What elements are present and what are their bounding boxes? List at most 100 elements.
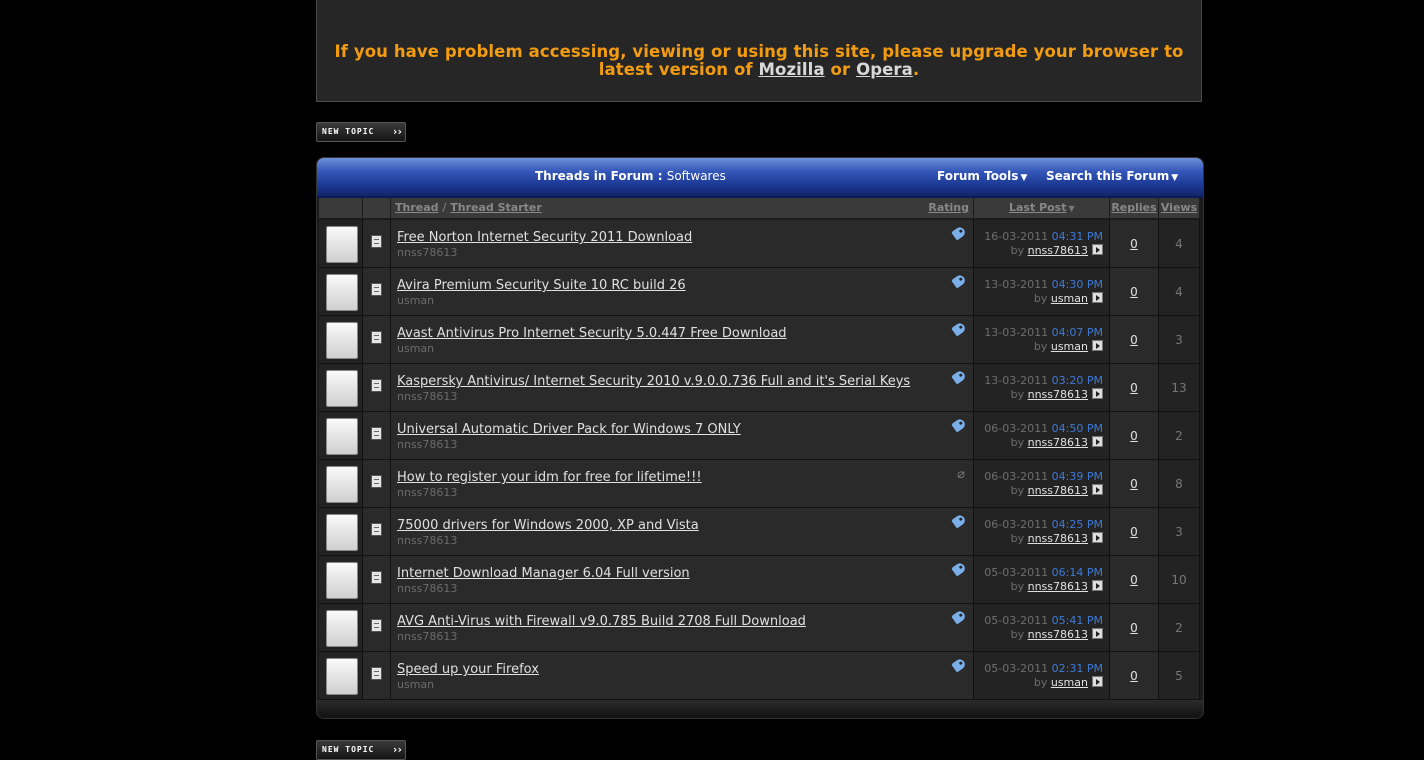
thread-status-cell <box>319 652 363 700</box>
mozilla-link[interactable]: Mozilla <box>759 60 825 79</box>
last-post-user-link[interactable]: nnss78613 <box>1028 388 1088 401</box>
sort-replies-link[interactable]: Replies <box>1111 201 1156 214</box>
forum-tools-menu[interactable]: Forum Tools ▼ <box>937 169 1027 183</box>
thread-posticon-cell <box>363 220 391 268</box>
last-post-by: by nnss78613 <box>1011 244 1103 257</box>
thread-title-link[interactable]: Internet Download Manager 6.04 Full vers… <box>397 566 690 581</box>
new-topic-button-bottom[interactable]: New Topic ›› <box>316 740 406 760</box>
thread-title-link[interactable]: How to register your idm for free for li… <box>397 470 702 485</box>
goto-last-post-icon[interactable] <box>1092 244 1103 255</box>
goto-last-post-icon[interactable] <box>1092 676 1103 687</box>
tag-icon <box>951 561 967 577</box>
double-chevron-right-icon: ›› <box>391 743 403 756</box>
goto-last-post-icon[interactable] <box>1092 436 1103 447</box>
sort-thread-link[interactable]: Thread <box>395 201 439 214</box>
last-post-time: 02:31 PM <box>1051 662 1103 675</box>
opera-link[interactable]: Opera <box>856 60 913 79</box>
thread-starter: usman <box>397 678 435 691</box>
forum-tools-label: Forum Tools <box>937 169 1019 183</box>
thread-posticon-cell <box>363 604 391 652</box>
last-post-user-link[interactable]: nnss78613 <box>1028 436 1088 449</box>
thread-posticon-cell <box>363 652 391 700</box>
sort-last-post-link[interactable]: Last Post <box>1009 201 1067 214</box>
search-forum-menu[interactable]: Search this Forum ▼ <box>1046 169 1178 183</box>
by-label: by <box>1033 292 1048 305</box>
thread-title-link[interactable]: Free Norton Internet Security 2011 Downl… <box>397 230 692 245</box>
views-count: 2 <box>1175 621 1183 635</box>
last-post-user-link[interactable]: nnss78613 <box>1028 484 1088 497</box>
goto-last-post-icon[interactable] <box>1092 340 1103 351</box>
last-post-user-link[interactable]: nnss78613 <box>1028 244 1088 257</box>
by-label: by <box>1010 484 1025 497</box>
last-post-user-link[interactable]: usman <box>1051 676 1088 689</box>
goto-last-post-icon[interactable] <box>1092 580 1103 591</box>
thread-title-link[interactable]: Universal Automatic Driver Pack for Wind… <box>397 422 741 437</box>
last-post-time: 06:14 PM <box>1051 566 1103 579</box>
last-post-date: 06-03-2011 <box>984 422 1049 435</box>
forum-title-separator: : <box>653 169 667 183</box>
last-post-cell: 16-03-2011 04:31 PM by nnss78613 <box>974 220 1110 268</box>
goto-last-post-icon[interactable] <box>1092 292 1103 303</box>
sort-rating-link[interactable]: Rating <box>928 198 969 218</box>
thread-title-link[interactable]: AVG Anti-Virus with Firewall v9.0.785 Bu… <box>397 614 806 629</box>
replies-count-link[interactable]: 0 <box>1110 333 1158 347</box>
last-post-by: by nnss78613 <box>1011 580 1103 593</box>
sort-starter-link[interactable]: Thread Starter <box>450 201 542 214</box>
thread-status-icon <box>326 466 358 503</box>
thread-status-icon <box>326 514 358 551</box>
new-topic-button[interactable]: New Topic ›› <box>316 122 406 142</box>
goto-last-post-icon[interactable] <box>1092 628 1103 639</box>
thread-starter: nnss78613 <box>397 486 458 499</box>
replies-count-link[interactable]: 0 <box>1110 477 1158 491</box>
replies-cell: 0 <box>1110 364 1159 412</box>
col-thread: Thread / Thread Starter Rating <box>391 198 973 218</box>
last-post-cell: 13-03-2011 04:07 PM by usman <box>974 316 1110 364</box>
thread-title-link[interactable]: Avira Premium Security Suite 10 RC build… <box>397 278 686 293</box>
table-row: Internet Download Manager 6.04 Full vers… <box>391 556 974 604</box>
views-cell: 10 <box>1159 556 1200 604</box>
document-icon <box>371 235 382 248</box>
last-post-cell: 05-03-2011 05:41 PM by nnss78613 <box>974 604 1110 652</box>
replies-cell: 0 <box>1110 604 1159 652</box>
table-row: Avast Antivirus Pro Internet Security 5.… <box>391 316 974 364</box>
replies-count-link[interactable]: 0 <box>1110 429 1158 443</box>
last-post-date: 05-03-2011 <box>984 662 1049 675</box>
browser-notice: If you have problem accessing, viewing o… <box>316 0 1202 102</box>
last-post-user-link[interactable]: nnss78613 <box>1028 628 1088 641</box>
replies-count-link[interactable]: 0 <box>1110 285 1158 299</box>
col-views: Views <box>1159 198 1199 218</box>
goto-last-post-icon[interactable] <box>1092 388 1103 399</box>
last-post-datetime: 16-03-2011 04:31 PM <box>984 230 1103 243</box>
last-post-by: by nnss78613 <box>1011 436 1103 449</box>
views-cell: 3 <box>1159 316 1200 364</box>
last-post-user-link[interactable]: nnss78613 <box>1028 532 1088 545</box>
thread-title-link[interactable]: Speed up your Firefox <box>397 662 539 677</box>
goto-last-post-icon[interactable] <box>1092 484 1103 495</box>
goto-last-post-icon[interactable] <box>1092 532 1103 543</box>
by-label: by <box>1033 676 1048 689</box>
replies-count-link[interactable]: 0 <box>1110 573 1158 587</box>
replies-cell: 0 <box>1110 556 1159 604</box>
last-post-user-link[interactable]: usman <box>1051 340 1088 353</box>
replies-count-link[interactable]: 0 <box>1110 381 1158 395</box>
replies-count-link[interactable]: 0 <box>1110 621 1158 635</box>
sort-views-link[interactable]: Views <box>1161 201 1197 214</box>
replies-count-link[interactable]: 0 <box>1110 525 1158 539</box>
last-post-cell: 06-03-2011 04:25 PM by nnss78613 <box>974 508 1110 556</box>
last-post-time: 04:07 PM <box>1051 326 1103 339</box>
last-post-user-link[interactable]: nnss78613 <box>1028 580 1088 593</box>
thread-status-icon <box>326 562 358 599</box>
replies-count-link[interactable]: 0 <box>1110 669 1158 683</box>
replies-count-link[interactable]: 0 <box>1110 237 1158 251</box>
last-post-user-link[interactable]: usman <box>1051 292 1088 305</box>
thread-title-link[interactable]: Avast Antivirus Pro Internet Security 5.… <box>397 326 787 341</box>
thread-posticon-cell <box>363 556 391 604</box>
document-icon <box>371 523 382 536</box>
last-post-datetime: 13-03-2011 04:30 PM <box>984 278 1103 291</box>
thread-title-link[interactable]: Kaspersky Antivirus/ Internet Security 2… <box>397 374 910 389</box>
last-post-date: 06-03-2011 <box>984 470 1049 483</box>
search-forum-label: Search this Forum <box>1046 169 1170 183</box>
thread-title-link[interactable]: 75000 drivers for Windows 2000, XP and V… <box>397 518 699 533</box>
views-count: 4 <box>1175 237 1183 251</box>
by-label: by <box>1010 628 1025 641</box>
